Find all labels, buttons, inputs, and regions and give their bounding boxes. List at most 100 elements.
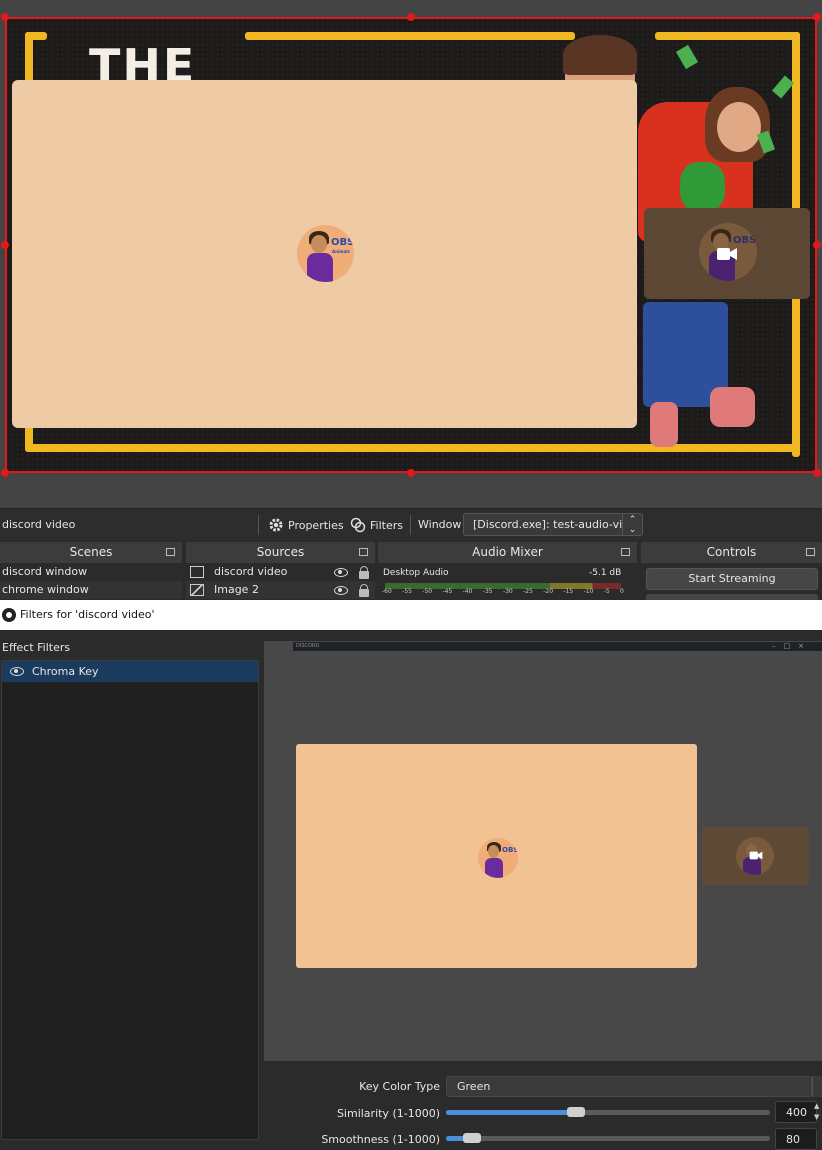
lock-icon[interactable] — [359, 566, 369, 579]
resize-handle-bottom[interactable] — [407, 469, 415, 477]
mixer-channel-name: Desktop Audio — [383, 568, 449, 578]
obs-preview[interactable]: THE OBS Animals OBS — [0, 0, 822, 508]
similarity-spinbox[interactable]: 400 — [775, 1101, 817, 1123]
source-toolbar: discord video Properties Filters Window … — [0, 508, 822, 540]
filter-preview-camera-tile — [702, 827, 809, 885]
meter-tick-label: -40 — [462, 588, 473, 595]
similarity-slider[interactable] — [446, 1107, 770, 1117]
filters-button[interactable]: Filters — [350, 514, 403, 536]
meter-tick-label: -55 — [402, 588, 412, 595]
properties-button[interactable]: Properties — [268, 514, 344, 536]
camera-off-icon — [717, 248, 737, 260]
avatar-label: OBS — [331, 237, 354, 248]
resize-handle-bottom-right[interactable] — [813, 469, 821, 477]
spin-arrows-icon[interactable]: ▲ ▼ — [814, 1101, 822, 1123]
mixer-title: Audio Mixer — [472, 545, 543, 559]
source-item-label: Image 2 — [214, 583, 259, 596]
gear-icon — [269, 518, 283, 532]
discord-camera-tile: OBS — [644, 208, 810, 299]
filter-item-chroma-key[interactable]: Chroma Key — [2, 661, 258, 682]
camera-off-icon — [749, 851, 763, 860]
mixer-level: -5.1 dB — [589, 568, 622, 578]
resize-handle-top-left[interactable] — [1, 13, 9, 21]
meter-tick-label: -60 — [382, 588, 392, 595]
key-color-type-select[interactable]: Green — [446, 1076, 812, 1097]
start-streaming-button[interactable]: Start Streaming — [646, 568, 818, 590]
character-shoe — [650, 402, 678, 447]
meter-tick-label: -50 — [422, 588, 433, 595]
filters-dialog-title: Filters for 'discord video' — [20, 608, 155, 621]
resize-handle-bottom-left[interactable] — [1, 469, 9, 477]
obs-logo-icon — [2, 608, 16, 622]
meter-tick-label: -20 — [543, 588, 554, 595]
filter-item-label: Chroma Key — [32, 665, 99, 678]
similarity-label: Similarity (1-1000) — [336, 1107, 440, 1120]
smoothness-spinbox[interactable]: 80 — [775, 1128, 817, 1150]
key-color-type-label: Key Color Type — [359, 1080, 440, 1093]
dino-plush — [680, 162, 725, 212]
eye-icon[interactable] — [334, 586, 348, 595]
float-icon[interactable] — [359, 548, 368, 556]
smoothness-slider-thumb[interactable] — [462, 1133, 481, 1143]
lock-icon[interactable] — [359, 584, 369, 597]
float-icon[interactable] — [621, 548, 630, 556]
source-item[interactable]: Image 2 — [186, 581, 375, 599]
filters-label: Filters — [370, 518, 403, 532]
scenes-dock: Scenes discord window chrome window — [0, 542, 182, 600]
scene-item[interactable]: chrome window — [0, 581, 182, 599]
eye-icon[interactable] — [10, 667, 24, 676]
meter-tick-label: -10 — [583, 588, 594, 595]
source-item-label: discord video — [214, 565, 288, 578]
window-controls-icon: –□× — [772, 642, 812, 650]
key-color-type-value: Green — [457, 1080, 491, 1093]
window-capture-icon — [190, 566, 204, 578]
captured-window-title: DISCORD — [296, 643, 320, 649]
sources-title: Sources — [256, 545, 305, 559]
meter-tick-label: -25 — [523, 588, 533, 595]
window-select-value: [Discord.exe]: test-audio-video — [473, 518, 643, 531]
meter-tick-label: 0 — [620, 588, 624, 595]
image-icon — [190, 584, 204, 596]
meter-tick-label: -30 — [502, 588, 513, 595]
properties-label: Properties — [288, 518, 344, 532]
smoothness-slider[interactable] — [446, 1133, 770, 1143]
scenes-title: Scenes — [69, 545, 113, 559]
overlay-title: THE — [89, 39, 197, 81]
user-avatar: OBS — [478, 838, 518, 878]
chevron-updown-icon: ⌃ ⌄ — [622, 514, 642, 535]
window-label: Window — [418, 518, 462, 531]
filter-icon — [350, 517, 366, 533]
character-shoe — [710, 387, 755, 427]
frame-bar — [655, 32, 800, 40]
float-icon[interactable] — [806, 548, 815, 556]
user-avatar: OBS Animals — [297, 225, 354, 282]
frame-bar — [245, 32, 575, 40]
similarity-slider-fill — [446, 1110, 576, 1115]
character-face-right — [717, 102, 761, 152]
meter-tick-label: -35 — [482, 588, 493, 595]
scene-item[interactable]: discord window — [0, 563, 182, 581]
discord-video-source[interactable]: OBS Animals — [12, 80, 637, 428]
effect-filters-label: Effect Filters — [2, 641, 71, 654]
resize-handle-right[interactable] — [813, 241, 821, 249]
eye-icon[interactable] — [334, 568, 348, 577]
chevron-updown-icon[interactable] — [812, 1076, 822, 1097]
avatar-sublabel: Animals — [332, 249, 350, 254]
resize-handle-top[interactable] — [407, 13, 415, 21]
filter-preview-discord-tile: OBS — [296, 744, 697, 968]
similarity-slider-thumb[interactable] — [566, 1107, 585, 1117]
float-icon[interactable] — [166, 548, 175, 556]
window-select[interactable]: [Discord.exe]: test-audio-video ⌃ ⌄ — [463, 513, 643, 536]
frame-bar — [25, 444, 800, 452]
resize-handle-left[interactable] — [1, 241, 9, 249]
source-item[interactable]: discord video — [186, 563, 375, 581]
selected-source-name: discord video — [2, 518, 76, 531]
meter-scale: -60 -55 -50 -45 -40 -35 -30 -25 -20 -15 -10 -5 0 — [382, 588, 624, 595]
resize-handle-top-right[interactable] — [813, 13, 821, 21]
meter-tick-label: -45 — [442, 588, 453, 595]
effect-filters-list[interactable] — [1, 660, 259, 1140]
meter-tick-label: -15 — [563, 588, 574, 595]
meter-tick-label: -5 — [603, 588, 610, 595]
captured-window-titlebar: DISCORD –□× — [293, 642, 822, 651]
filters-dialog-titlebar: Filters for 'discord video' — [0, 600, 822, 630]
